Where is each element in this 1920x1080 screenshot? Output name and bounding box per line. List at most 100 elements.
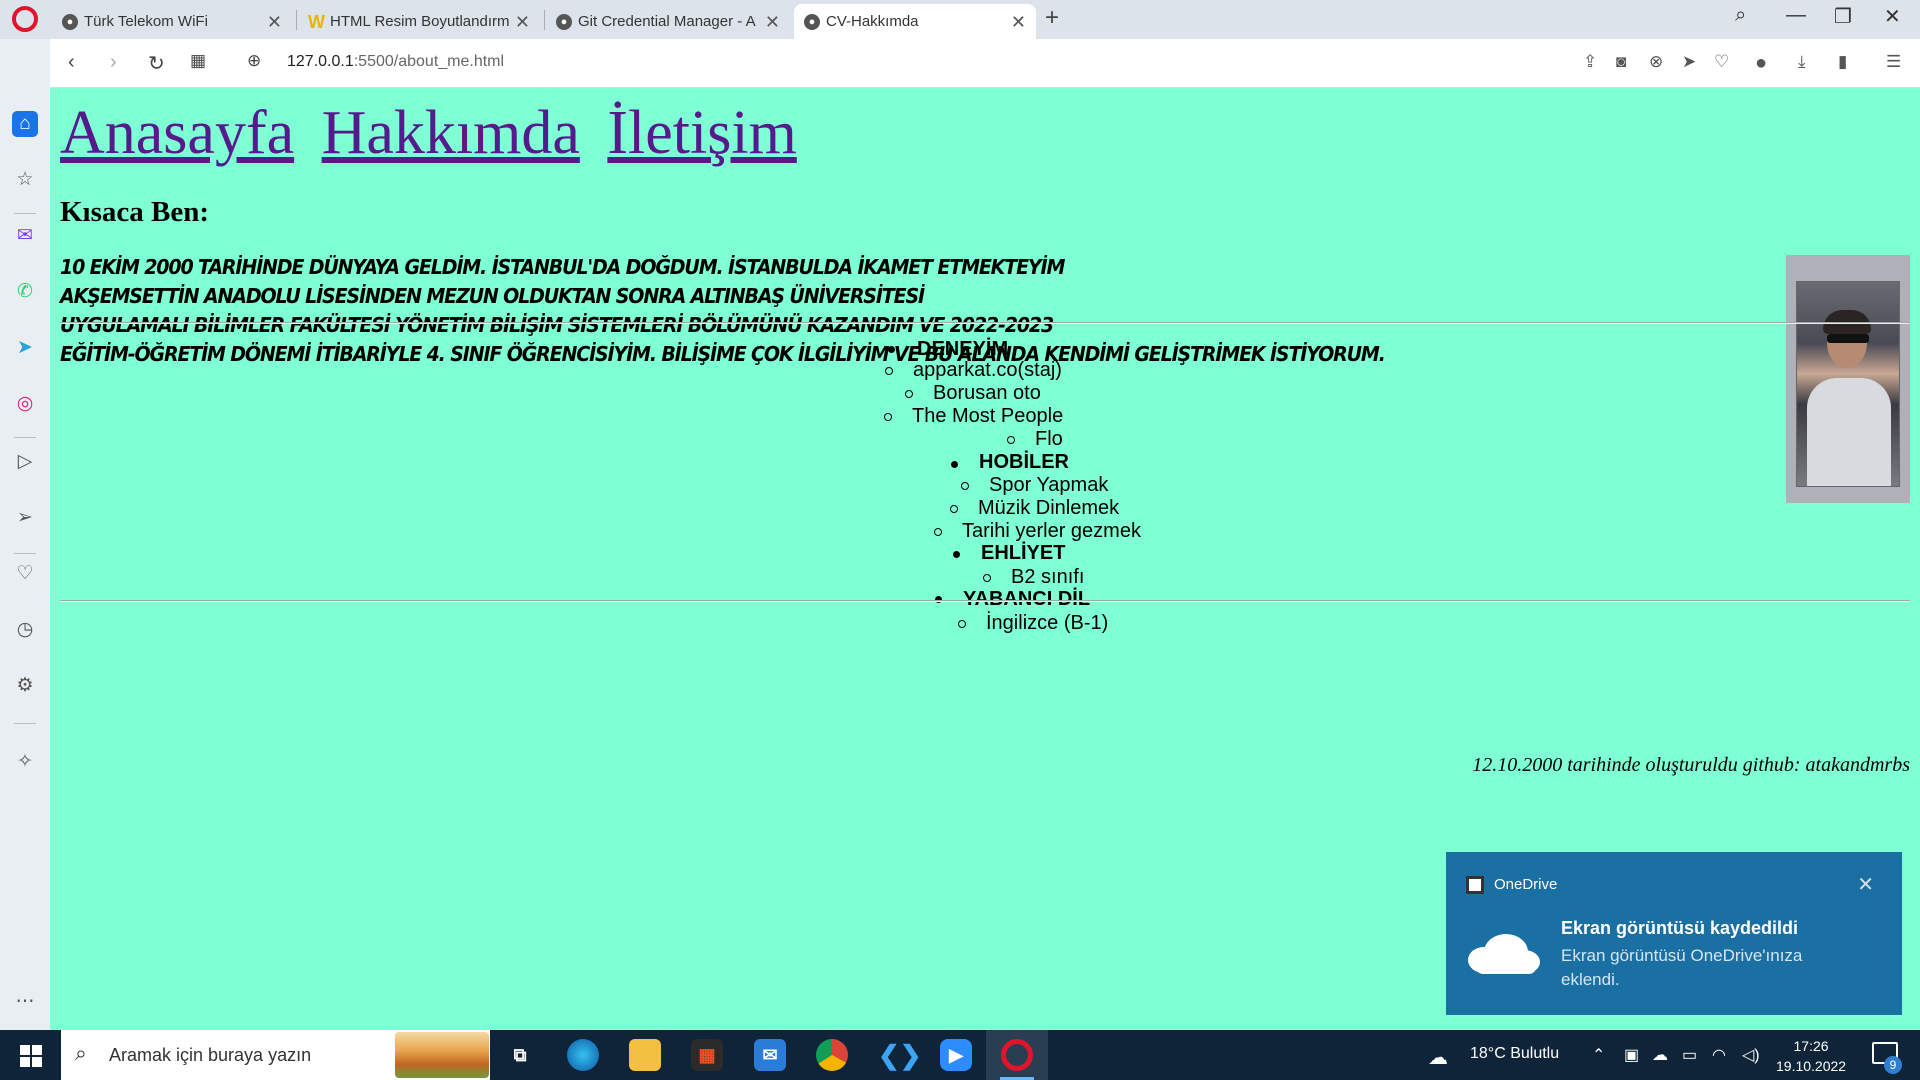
window-close-button[interactable]: ✕ xyxy=(1884,4,1901,29)
site-nav: Anasayfa Hakkımda İletişim xyxy=(60,98,809,169)
settings-icon[interactable]: ⚙ xyxy=(12,673,38,699)
new-tab-button[interactable]: + xyxy=(1045,4,1059,32)
tab-git-credential[interactable]: ● Git Credential Manager - A ✕ xyxy=(546,4,790,39)
bio-paragraph: 10 EKİM 2000 TARİHİNDE DÜNYAYA GELDİM. İ… xyxy=(60,253,1386,369)
edge-icon[interactable] xyxy=(567,1039,599,1071)
close-icon[interactable]: ✕ xyxy=(267,12,282,33)
close-icon[interactable]: ✕ xyxy=(765,12,780,33)
send-icon[interactable]: ➤ xyxy=(1682,52,1696,72)
bullet xyxy=(888,346,895,353)
nav-link-anasayfa[interactable]: Anasayfa xyxy=(60,99,294,167)
bullet xyxy=(953,551,960,558)
close-icon[interactable]: ✕ xyxy=(1011,12,1026,33)
messenger-icon[interactable]: ✉ xyxy=(12,223,38,249)
windows-start-icon[interactable] xyxy=(20,1045,42,1067)
address-bar: ‹ › ↻ ▦ ⊕ 127.0.0.1:5500/about_me.html ⇪… xyxy=(50,39,1920,88)
battery-icon[interactable]: ▮ xyxy=(1838,52,1847,72)
download-icon[interactable]: ⤓ xyxy=(1798,52,1806,72)
close-icon[interactable]: ✕ xyxy=(1857,872,1874,897)
zoom-icon[interactable]: ▶ xyxy=(940,1039,972,1071)
taskbar-search[interactable]: ⌕ Aramak için buraya yazın xyxy=(61,1030,490,1080)
heart-icon[interactable]: ♡ xyxy=(12,561,38,587)
back-button[interactable]: ‹ xyxy=(68,51,75,74)
tab-turk-telekom[interactable]: ● Türk Telekom WiFi ✕ xyxy=(52,4,292,39)
volume-icon[interactable]: ◁) xyxy=(1742,1045,1760,1065)
url-path: :5500/about_me.html xyxy=(353,53,505,70)
player-icon[interactable]: ▷ xyxy=(12,449,38,475)
tab-html-resim[interactable]: W HTML Resim Boyutlandırma ✕ xyxy=(298,4,540,39)
reload-button[interactable]: ↻ xyxy=(148,51,165,76)
taskbar-clock[interactable]: 17:26 19.10.2022 xyxy=(1776,1036,1846,1076)
bullet xyxy=(951,461,958,468)
list-item: Tarihi yerler gezmek xyxy=(962,520,1141,542)
whatsapp-icon[interactable]: ✆ xyxy=(12,279,38,305)
list-heading-experience: DENEYİM xyxy=(917,338,1009,360)
site-info-icon[interactable]: ⊕ xyxy=(247,51,261,71)
easy-setup-icon[interactable]: ☰ xyxy=(1886,52,1901,72)
close-icon[interactable]: ✕ xyxy=(515,12,530,33)
home-icon[interactable]: ⌂ xyxy=(12,111,38,137)
weather-cloud-icon[interactable]: ☁ xyxy=(1428,1045,1448,1070)
sidebar: ⌂ ☆ ✉ ✆ ➤ ◎ ▷ ➢ ♡ ◷ ⚙ ✧ ⋯ xyxy=(0,39,50,1030)
search-icon: ⌕ xyxy=(75,1042,87,1065)
clock-date: 19.10.2022 xyxy=(1776,1058,1847,1074)
tab-cv-hakkimda[interactable]: ● CV-Hakkımda ✕ xyxy=(794,4,1036,39)
share-icon[interactable]: ⇪ xyxy=(1583,52,1597,72)
task-view-icon[interactable]: ⧉ xyxy=(504,1039,536,1071)
toast-title: Ekran görüntüsü kaydedildi xyxy=(1561,918,1799,938)
list-item: B2 sınıfı xyxy=(1011,566,1085,588)
lightbulb-icon[interactable]: ✧ xyxy=(12,749,38,775)
circle-bullet xyxy=(934,528,942,536)
opera-logo-icon[interactable] xyxy=(12,6,38,32)
heart-icon[interactable]: ♡ xyxy=(1714,52,1729,72)
mail-icon[interactable]: ✉ xyxy=(754,1039,786,1071)
sidebar-divider xyxy=(14,723,36,724)
camera-icon[interactable]: ◙ xyxy=(1616,52,1626,72)
list-heading-hobbies: HOBİLER xyxy=(979,451,1069,473)
weather-text[interactable]: 18°C Bulutlu xyxy=(1470,1045,1559,1063)
w3schools-icon: W xyxy=(308,11,325,32)
onedrive-tray-icon[interactable]: ☁ xyxy=(1652,1045,1668,1065)
chrome-icon[interactable] xyxy=(816,1039,848,1071)
restore-button[interactable]: ❐ xyxy=(1834,4,1852,29)
nav-link-iletisim[interactable]: İletişim xyxy=(607,99,796,167)
store-icon[interactable]: ▦ xyxy=(691,1039,723,1071)
forward-button[interactable]: › xyxy=(110,51,117,74)
instagram-icon[interactable]: ◎ xyxy=(12,391,38,417)
send-icon[interactable]: ➢ xyxy=(12,505,38,531)
minimize-button[interactable]: — xyxy=(1786,4,1806,27)
url-field[interactable]: 127.0.0.1:5500/about_me.html xyxy=(287,53,504,71)
history-icon[interactable]: ◷ xyxy=(12,617,38,643)
speed-dial-icon[interactable]: ▦ xyxy=(190,51,206,71)
onedrive-notification[interactable]: OneDrive ✕ Ekran görüntüsü kaydedildi Ek… xyxy=(1446,852,1902,1015)
tab-title: Türk Telekom WiFi xyxy=(84,13,208,30)
opera-icon[interactable] xyxy=(1001,1039,1033,1071)
meet-icon[interactable]: ▣ xyxy=(1624,1045,1639,1065)
tab-title: Git Credential Manager - A xyxy=(578,13,756,30)
globe-icon: ● xyxy=(804,13,820,30)
vscode-icon[interactable]: ❮❯ xyxy=(878,1039,922,1071)
nav-link-hakkimda[interactable]: Hakkımda xyxy=(322,99,580,167)
wifi-icon[interactable]: ◠ xyxy=(1712,1045,1726,1065)
url-host: 127.0.0.1 xyxy=(287,53,354,70)
chevron-up-icon[interactable]: ⌃ xyxy=(1592,1045,1605,1065)
list-heading-license: EHLİYET xyxy=(981,542,1066,564)
battery-icon[interactable]: ▭ xyxy=(1682,1045,1697,1065)
sidebar-divider xyxy=(14,437,36,438)
star-icon[interactable]: ☆ xyxy=(12,167,38,193)
circle-bullet xyxy=(950,505,958,513)
more-icon[interactable]: ⋯ xyxy=(12,989,38,1015)
file-explorer-icon[interactable] xyxy=(629,1039,661,1071)
circle-bullet xyxy=(905,390,913,398)
sidebar-divider xyxy=(14,553,36,554)
list-item: İngilizce (B-1) xyxy=(986,612,1109,634)
profile-avatar-icon[interactable]: ● xyxy=(1755,52,1767,75)
adblock-icon[interactable]: ⊗ xyxy=(1649,52,1663,72)
search-tabs-icon[interactable]: ⌕ xyxy=(1735,4,1746,27)
tab-title: CV-Hakkımda xyxy=(826,13,919,30)
circle-bullet xyxy=(961,482,969,490)
photo-body xyxy=(1807,378,1891,486)
photo-glasses xyxy=(1827,334,1869,343)
telegram-icon[interactable]: ➤ xyxy=(12,335,38,361)
list-item: The Most People xyxy=(912,405,1064,427)
